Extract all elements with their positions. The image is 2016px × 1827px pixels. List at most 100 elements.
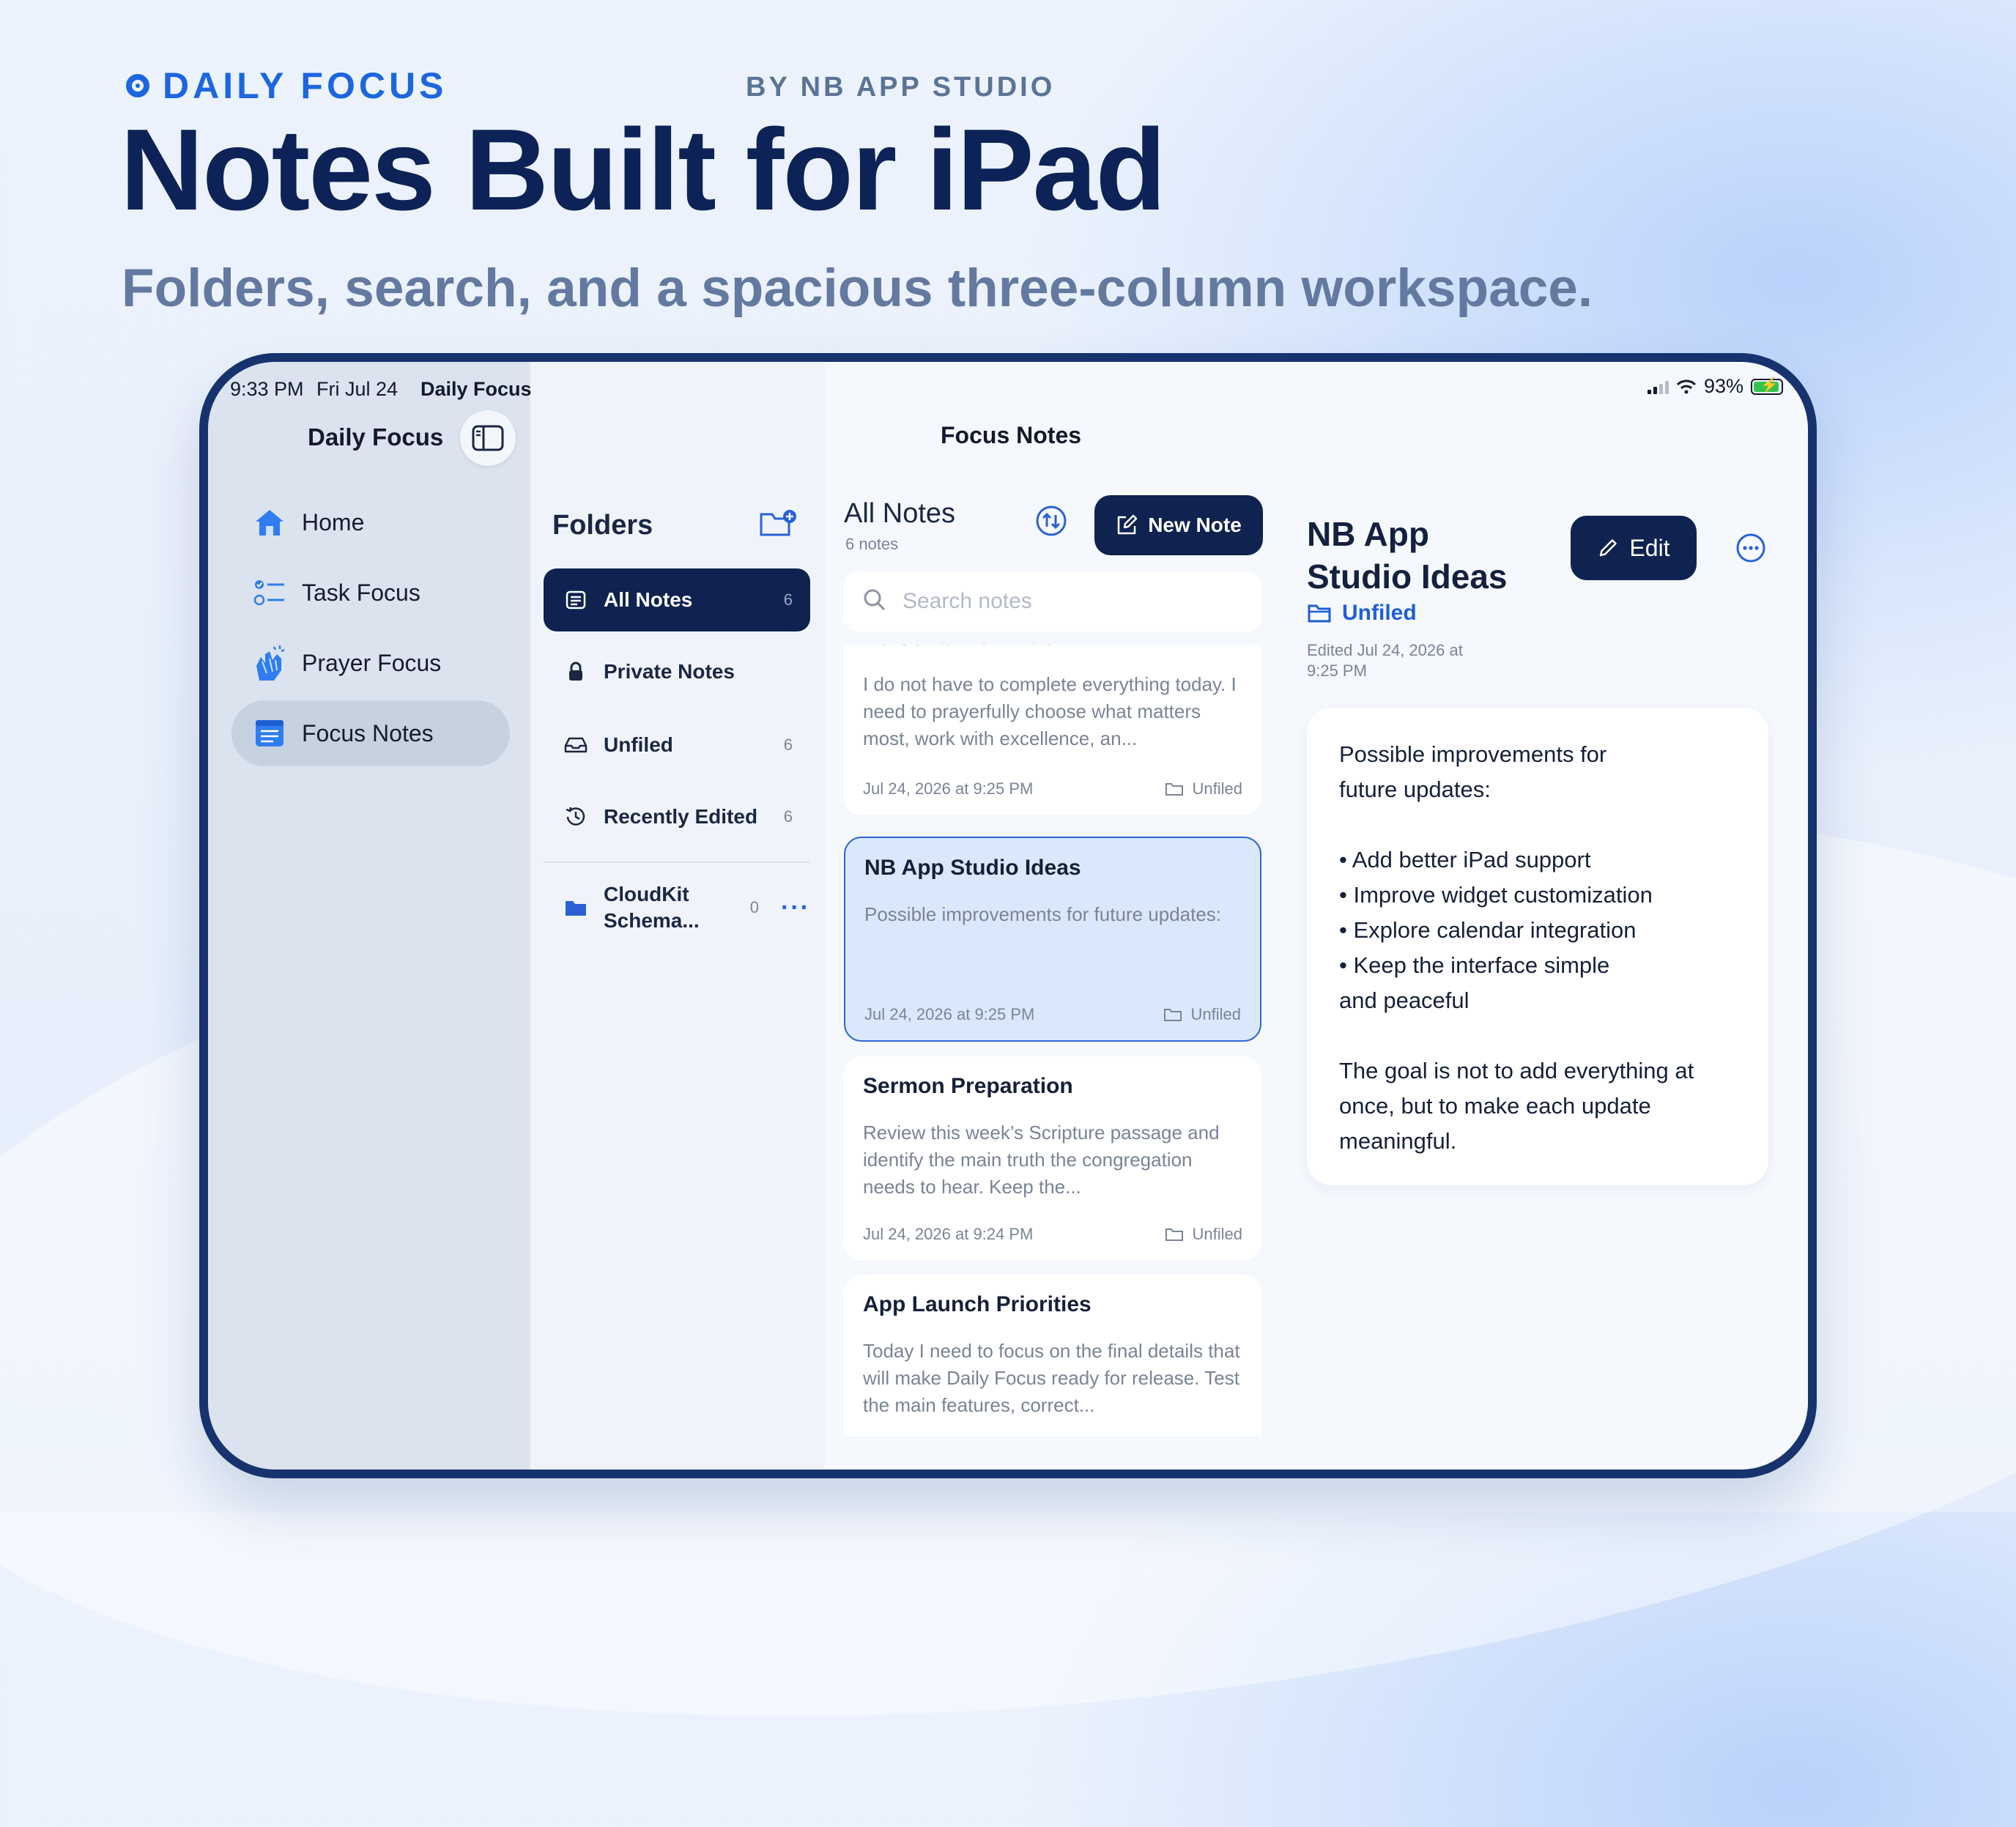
clock-history-icon <box>561 805 590 829</box>
battery-icon: ⚡ <box>1751 377 1783 395</box>
checklist-icon <box>248 578 292 607</box>
note-preview: Review this week’s Scripture passage and… <box>863 1122 1220 1198</box>
hero-title: Notes Built for iPad <box>120 105 1166 234</box>
folder-icon <box>561 898 590 917</box>
folder-label: CloudKit Schema... <box>603 883 700 932</box>
folder-count: 6 <box>783 735 793 754</box>
sidebar-item-label: Prayer Focus <box>302 649 442 676</box>
note-card-personal-reminder[interactable]: Personal Reminder I do not have to compl… <box>844 645 1261 815</box>
sidebar-item-focus-notes[interactable]: Focus Notes <box>231 700 510 766</box>
note-meta: Jul 24, 2026 at 9:24 PM Unfiled <box>863 1225 1242 1244</box>
folder-outline-icon <box>1163 1009 1182 1021</box>
folder-outline-icon <box>1165 1228 1183 1241</box>
notes-title: All Notes <box>844 498 956 529</box>
note-folder-label: Unfiled <box>1190 1005 1241 1023</box>
folder-outline-icon <box>1165 783 1183 796</box>
folders-title: Folders <box>552 510 653 541</box>
compose-icon <box>1117 514 1138 535</box>
add-folder-button[interactable] <box>759 508 797 541</box>
note-detail-title: NB App Studio Ideas <box>1307 515 1508 596</box>
folder-item-recently-edited[interactable]: Recently Edited 6 <box>544 785 810 848</box>
ipad-frame: Daily Focus Home Task Focus Prayer Focus… <box>199 353 1817 1478</box>
note-detail-panel: NB App Studio Ideas Edit Unfiled Edited … <box>1279 362 1808 1470</box>
note-preview: Possible improvements for future updates… <box>864 903 1222 925</box>
brand-target-icon <box>126 74 149 97</box>
folder-outline-icon <box>1308 604 1331 623</box>
folder-count: 6 <box>783 807 793 826</box>
folder-plus-icon <box>760 510 796 536</box>
note-detail-folder[interactable]: Unfiled <box>1307 601 1417 626</box>
note-folder: Unfiled <box>1163 1005 1241 1024</box>
note-detail-edited: Edited Jul 24, 2026 at 9:25 PM <box>1307 641 1463 680</box>
note-folder: Unfiled <box>1165 1225 1242 1244</box>
folder-label: Private Notes <box>604 660 735 683</box>
folder-count: 6 <box>783 590 793 609</box>
note-card-nb-app-studio-ideas[interactable]: NB App Studio Ideas Possible improvement… <box>844 837 1261 1042</box>
pencil-icon <box>1600 539 1617 557</box>
folder-label: Recently Edited <box>604 805 758 828</box>
note-date: Jul 24, 2026 at 9:25 PM <box>864 1005 1035 1023</box>
note-folder-label: Unfiled <box>1192 779 1242 798</box>
notes-count: 6 notes <box>845 535 899 553</box>
sidebar-toggle-icon <box>472 425 504 451</box>
sidebar: Daily Focus Home Task Focus Prayer Focus… <box>208 362 530 1470</box>
folder-item-cloudkit-schema[interactable]: CloudKit Schema... 0 ··· <box>544 875 810 941</box>
status-app-name: Daily Focus <box>420 378 532 400</box>
note-meta: Jul 24, 2026 at 9:25 PM Unfiled <box>864 1005 1241 1024</box>
lock-icon <box>561 662 590 682</box>
sidebar-item-label: Focus Notes <box>302 719 434 746</box>
note-preview: I do not have to complete everything tod… <box>863 673 1237 749</box>
note-date: Jul 24, 2026 at 9:24 PM <box>863 1225 1034 1243</box>
note-title: Personal Reminder <box>863 645 1242 651</box>
note-body: Possible improvements for future updates… <box>1339 741 1694 1154</box>
sidebar-item-home[interactable]: Home <box>231 489 510 555</box>
search-bar[interactable] <box>844 571 1261 631</box>
sort-button[interactable] <box>1034 504 1068 541</box>
folder-count: 0 <box>749 898 760 916</box>
search-input[interactable] <box>901 588 1241 615</box>
status-date: Fri Jul 24 <box>316 378 399 400</box>
house-icon <box>248 508 292 537</box>
folder-item-private-notes[interactable]: Private Notes <box>544 640 810 703</box>
status-indicators: 93% ⚡ <box>1647 375 1783 398</box>
notes-list: Personal Reminder I do not have to compl… <box>844 645 1261 1436</box>
note-title: Sermon Preparation <box>863 1074 1073 1098</box>
edit-button[interactable]: Edit <box>1571 516 1697 580</box>
search-icon <box>863 588 886 615</box>
note-meta: Jul 24, 2026 at 9:25 PM Unfiled <box>863 779 1242 798</box>
sidebar-item-label: Home <box>302 508 365 536</box>
sidebar-toggle-button[interactable] <box>460 410 516 466</box>
folders-divider <box>544 861 810 863</box>
status-bar: 9:33 PM Fri Jul 24 Daily Focus 93% ⚡ <box>208 362 1808 406</box>
note-body-card[interactable]: Possible improvements for future updates… <box>1307 708 1768 1185</box>
notes-list-panel: All Notes 6 notes New Note Personal Remi… <box>825 362 1281 1470</box>
note-card-app-launch-priorities[interactable]: App Launch Priorities Today I need to fo… <box>844 1275 1261 1436</box>
sidebar-title: Daily Focus <box>308 423 444 451</box>
more-options-button[interactable] <box>1735 532 1767 568</box>
brand-name: DAILY FOCUS <box>163 65 448 106</box>
sidebar-item-label: Task Focus <box>302 579 420 606</box>
folder-item-unfiled[interactable]: Unfiled 6 <box>544 714 810 777</box>
sidebar-item-prayer-focus[interactable]: Prayer Focus <box>231 630 510 696</box>
list-icon <box>561 590 590 609</box>
brand-lockup: DAILY FOCUS <box>126 64 447 107</box>
sort-arrows-icon <box>1036 505 1067 536</box>
new-note-label: New Note <box>1148 514 1242 536</box>
sidebar-item-task-focus[interactable]: Task Focus <box>231 560 510 626</box>
notes-icon <box>248 719 292 748</box>
cellular-signal-icon <box>1647 379 1669 394</box>
edit-label: Edit <box>1629 534 1670 561</box>
praying-hands-icon <box>248 644 292 682</box>
note-preview: Today I need to focus on the final detai… <box>863 1340 1240 1416</box>
folder-item-all-notes[interactable]: All Notes 6 <box>544 568 810 631</box>
byline: BY NB APP STUDIO <box>746 72 1056 103</box>
ellipsis-circle-icon <box>1736 533 1765 563</box>
note-card-sermon-preparation[interactable]: Sermon Preparation Review this week’s Sc… <box>844 1056 1261 1260</box>
folder-label: Unfiled <box>604 733 673 756</box>
ipad-screen: Daily Focus Home Task Focus Prayer Focus… <box>208 362 1808 1470</box>
folder-more-button[interactable]: ··· <box>781 894 810 922</box>
new-note-button[interactable]: New Note <box>1094 495 1263 555</box>
note-date: Jul 24, 2026 at 9:25 PM <box>863 779 1034 798</box>
note-folder-label: Unfiled <box>1192 1225 1242 1243</box>
folders-panel: Folders All Notes 6 Private Notes Unfile… <box>530 362 826 1470</box>
